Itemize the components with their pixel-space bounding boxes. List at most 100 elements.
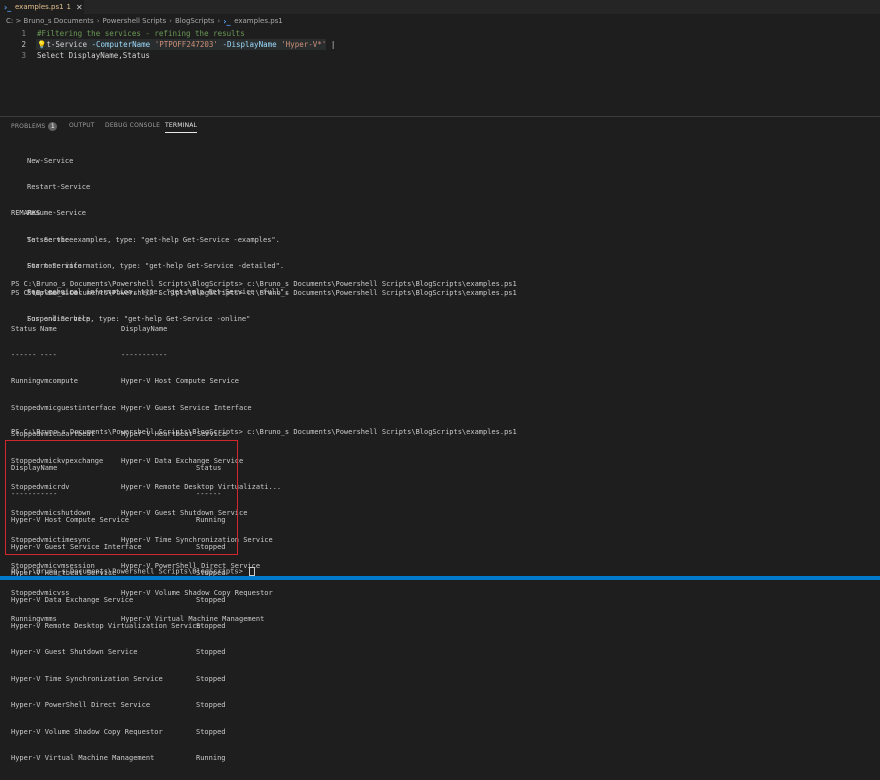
header-cell: Name	[40, 324, 57, 333]
header-cell: DisplayName	[11, 463, 58, 472]
code-parameter: -DisplayName	[222, 40, 277, 49]
tab-label: DEBUG CONSOLE	[105, 122, 161, 129]
table-row: Hyper-V Remote Desktop Virtualization Se…	[11, 622, 226, 631]
breadcrumb-filename: examples.ps1	[234, 17, 283, 25]
panel-tabs: PROBLEMS 1 OUTPUT DEBUG CONSOLE TERMINAL	[0, 118, 880, 136]
list-item: Restart-Service	[27, 182, 91, 191]
table-row: Hyper-V Virtual Machine Management Runnin…	[11, 754, 226, 763]
displayname-cell: Hyper-V Guest Shutdown Service	[11, 648, 138, 657]
table-row: Hyper-V Guest Shutdown Service Stopped	[11, 648, 226, 657]
code-comment: #Filtering the services - refining the r…	[37, 29, 245, 38]
table-header: Status Name DisplayName	[11, 325, 281, 334]
tab-label: PROBLEMS	[11, 123, 46, 130]
status-cell: Stopped	[196, 701, 226, 710]
status-bar	[0, 576, 880, 580]
code-pipe: |	[330, 40, 336, 49]
table-row: Hyper-V Time Synchronization Service Stop…	[11, 675, 226, 684]
tab-output[interactable]: OUTPUT	[69, 122, 95, 129]
status-cell: Stopped	[196, 542, 226, 551]
displayname-cell: Hyper-V Volume Shadow Copy Requestor	[11, 727, 163, 736]
tab-label: OUTPUT	[69, 122, 95, 129]
header-cell: Status	[11, 324, 37, 333]
header-cell: DisplayName	[121, 324, 168, 333]
displayname-cell: Hyper-V PowerShell Direct Service	[11, 701, 151, 710]
line-number: 2	[21, 40, 26, 49]
table-header: DisplayName Status	[11, 464, 226, 473]
header-cell: Status	[196, 463, 222, 472]
displayname-cell: Hyper-V Host Compute Service	[11, 516, 130, 525]
table-row: Hyper-V Host Compute Service Running	[11, 516, 226, 525]
code-cmdlet: t-Service	[46, 40, 87, 49]
status-cell: Stopped	[196, 648, 226, 657]
status-cell: Stopped	[196, 595, 226, 604]
table-row: Hyper-V Volume Shadow Copy Requestor Stop…	[11, 728, 226, 737]
tab-problems[interactable]: PROBLEMS 1	[11, 122, 58, 131]
list-item: For more information, type: "get-help Ge…	[27, 261, 285, 270]
powershell-file-icon: ›_	[4, 2, 12, 12]
problems-count-badge: 1	[48, 122, 58, 131]
breadcrumb-item[interactable]: BlogScripts	[175, 17, 214, 25]
status-cell: Stopped	[196, 621, 226, 630]
divider-cell: ------	[196, 489, 222, 498]
tab-filename: examples.ps1	[15, 3, 64, 11]
powershell-file-icon: ›_	[223, 16, 231, 26]
tab-examples-ps1[interactable]: ›_ examples.ps1 1 ✕	[0, 0, 84, 14]
code-string: 'Hyper-V*'	[281, 40, 327, 49]
displayname-cell: Hyper-V Virtual Machine Management	[11, 753, 155, 762]
prompt-line: PS C:\Bruno_s Documents\Powershell Scrip…	[11, 428, 517, 436]
breadcrumb-file[interactable]: ›_ examples.ps1	[223, 17, 283, 26]
code-parameter: -ComputerName	[91, 40, 151, 49]
terminal[interactable]: New-Service Restart-Service Resume-Servi…	[0, 136, 880, 762]
displayname-cell: Hyper-V Time Synchronization Service	[11, 674, 163, 683]
status-cell: Stopped	[196, 674, 226, 683]
chevron-right-icon: ›	[217, 17, 221, 25]
table-divider: ----------- ------	[11, 490, 226, 499]
remarks-header: REMARKS	[11, 209, 41, 217]
tab-problem-count: 1	[66, 3, 72, 11]
name-cell: vmicguestinterface	[40, 403, 116, 412]
table-row: Hyper-V Guest Service Interface Stopped	[11, 543, 226, 552]
line-number: 3	[21, 51, 26, 60]
status-cell: Running	[196, 753, 226, 762]
status-cell: Running	[196, 516, 226, 525]
terminal-prompt[interactable]: PS C:\Bruno_s Documents\Powershell Scrip…	[11, 567, 256, 576]
code-line[interactable]: 3 Select DisplayName,Status	[0, 50, 150, 61]
displayname-cell: Hyper-V Guest Service Interface	[121, 403, 252, 412]
lightbulb-icon[interactable]: 💡	[37, 40, 46, 49]
table-divider: ------ ---- -----------	[11, 351, 281, 360]
code-text: Select DisplayName,Status	[37, 51, 150, 60]
status-cell: Stopped	[11, 403, 41, 412]
displayname-cell: Hyper-V Guest Service Interface	[11, 542, 142, 551]
line-number: 1	[21, 29, 26, 38]
displayname-cell: Hyper-V Data Exchange Service	[11, 595, 134, 604]
table-row: Hyper-V PowerShell Direct Service Stopped	[11, 701, 226, 710]
table-row: Stoppedvmicguestinterface Hyper-V Guest S…	[11, 404, 281, 413]
chevron-right-icon: ›	[96, 17, 100, 25]
tab-debug-console[interactable]: DEBUG CONSOLE	[105, 122, 160, 129]
code-line[interactable]: 1 #Filtering the services - refining the…	[0, 28, 245, 39]
divider-cell: ----	[40, 350, 57, 359]
terminal-cursor	[249, 567, 256, 576]
prompt-line: PS C:\Bruno_s Documents\Powershell Scrip…	[11, 289, 517, 297]
tab-terminal[interactable]: TERMINAL	[165, 122, 198, 133]
selected-output-table: DisplayName Status ----------- ------ Hype…	[11, 446, 226, 780]
code-editor[interactable]: 1 #Filtering the services - refining the…	[0, 28, 880, 116]
prompt-line: PS C:\Bruno_s Documents\Powershell Scrip…	[11, 280, 517, 288]
chevron-right-icon: ›	[169, 17, 172, 25]
prompt-path: PS C:\Bruno_s Documents\Powershell Scrip…	[11, 567, 243, 576]
close-icon[interactable]: ✕	[76, 3, 83, 12]
name-cell: vmcompute	[40, 377, 78, 386]
table-row: Runningvmcompute Hyper-V Host Compute Ser…	[11, 377, 281, 386]
list-item: To see the examples, type: "get-help Get…	[27, 235, 280, 244]
status-cell: Running	[11, 377, 41, 386]
divider-cell: -----------	[121, 350, 168, 359]
code-line[interactable]: 2 💡 t-Service -ComputerName 'PTPOFF247203…	[0, 39, 335, 50]
divider-cell: -----------	[11, 489, 58, 498]
breadcrumb: C: > Bruno_s Documents › Powershell Scri…	[6, 16, 283, 26]
breadcrumb-item[interactable]: Powershell Scripts	[103, 17, 167, 25]
panel-divider	[0, 116, 880, 117]
status-cell: Stopped	[196, 727, 226, 736]
breadcrumb-item[interactable]: C: > Bruno_s Documents	[6, 17, 94, 25]
displayname-cell: Hyper-V Host Compute Service	[121, 377, 240, 386]
table-row: Hyper-V Data Exchange Service Stopped	[11, 596, 226, 605]
